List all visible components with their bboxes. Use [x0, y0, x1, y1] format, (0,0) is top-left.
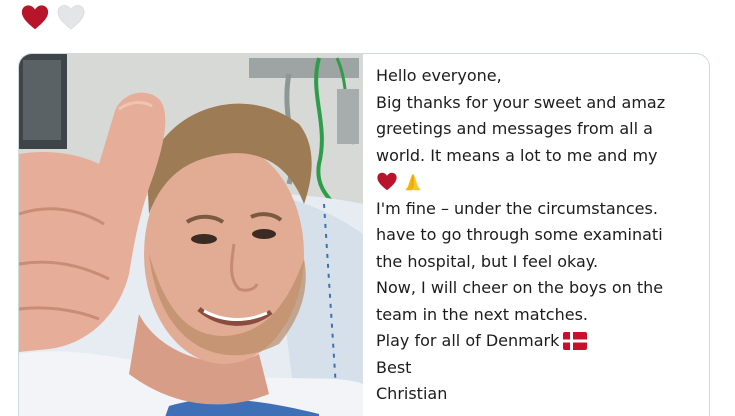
folded-hands-icon	[405, 174, 421, 191]
red-heart-icon	[21, 5, 49, 30]
heart-emoji-row	[20, 3, 86, 33]
post-line: Big thanks for your sweet and amaz	[376, 92, 666, 112]
post-line-emojis	[376, 169, 716, 196]
post-line: Now, I will cheer on the boys on the	[376, 278, 664, 297]
post-line: I'm fine – under the circumstances.	[376, 198, 658, 218]
post-line: the hospital, but I feel okay.	[376, 251, 599, 271]
denmark-flag-icon	[563, 332, 588, 351]
post-line: have to go through some examinati	[376, 225, 663, 244]
post-line: Christian	[376, 384, 448, 403]
tweet-screenshot: Hello everyone, Big thanks for your swee…	[0, 0, 735, 416]
post-line: Hello everyone,	[376, 66, 502, 85]
post-line: Play for all of Denmark	[376, 328, 716, 355]
post-line: world. It means a lot to me and my	[376, 145, 658, 165]
post-line: Best	[376, 357, 412, 377]
hospital-selfie-photo[interactable]	[19, 54, 363, 416]
post-text-block: Hello everyone, Big thanks for your swee…	[376, 63, 716, 408]
tweet-header	[0, 0, 735, 50]
red-heart-icon	[377, 172, 397, 191]
post-line: team in the next matches.	[376, 304, 589, 324]
photo-illustration	[19, 54, 363, 416]
post-line: greetings and messages from all a	[376, 119, 653, 138]
white-heart-icon	[57, 5, 85, 30]
